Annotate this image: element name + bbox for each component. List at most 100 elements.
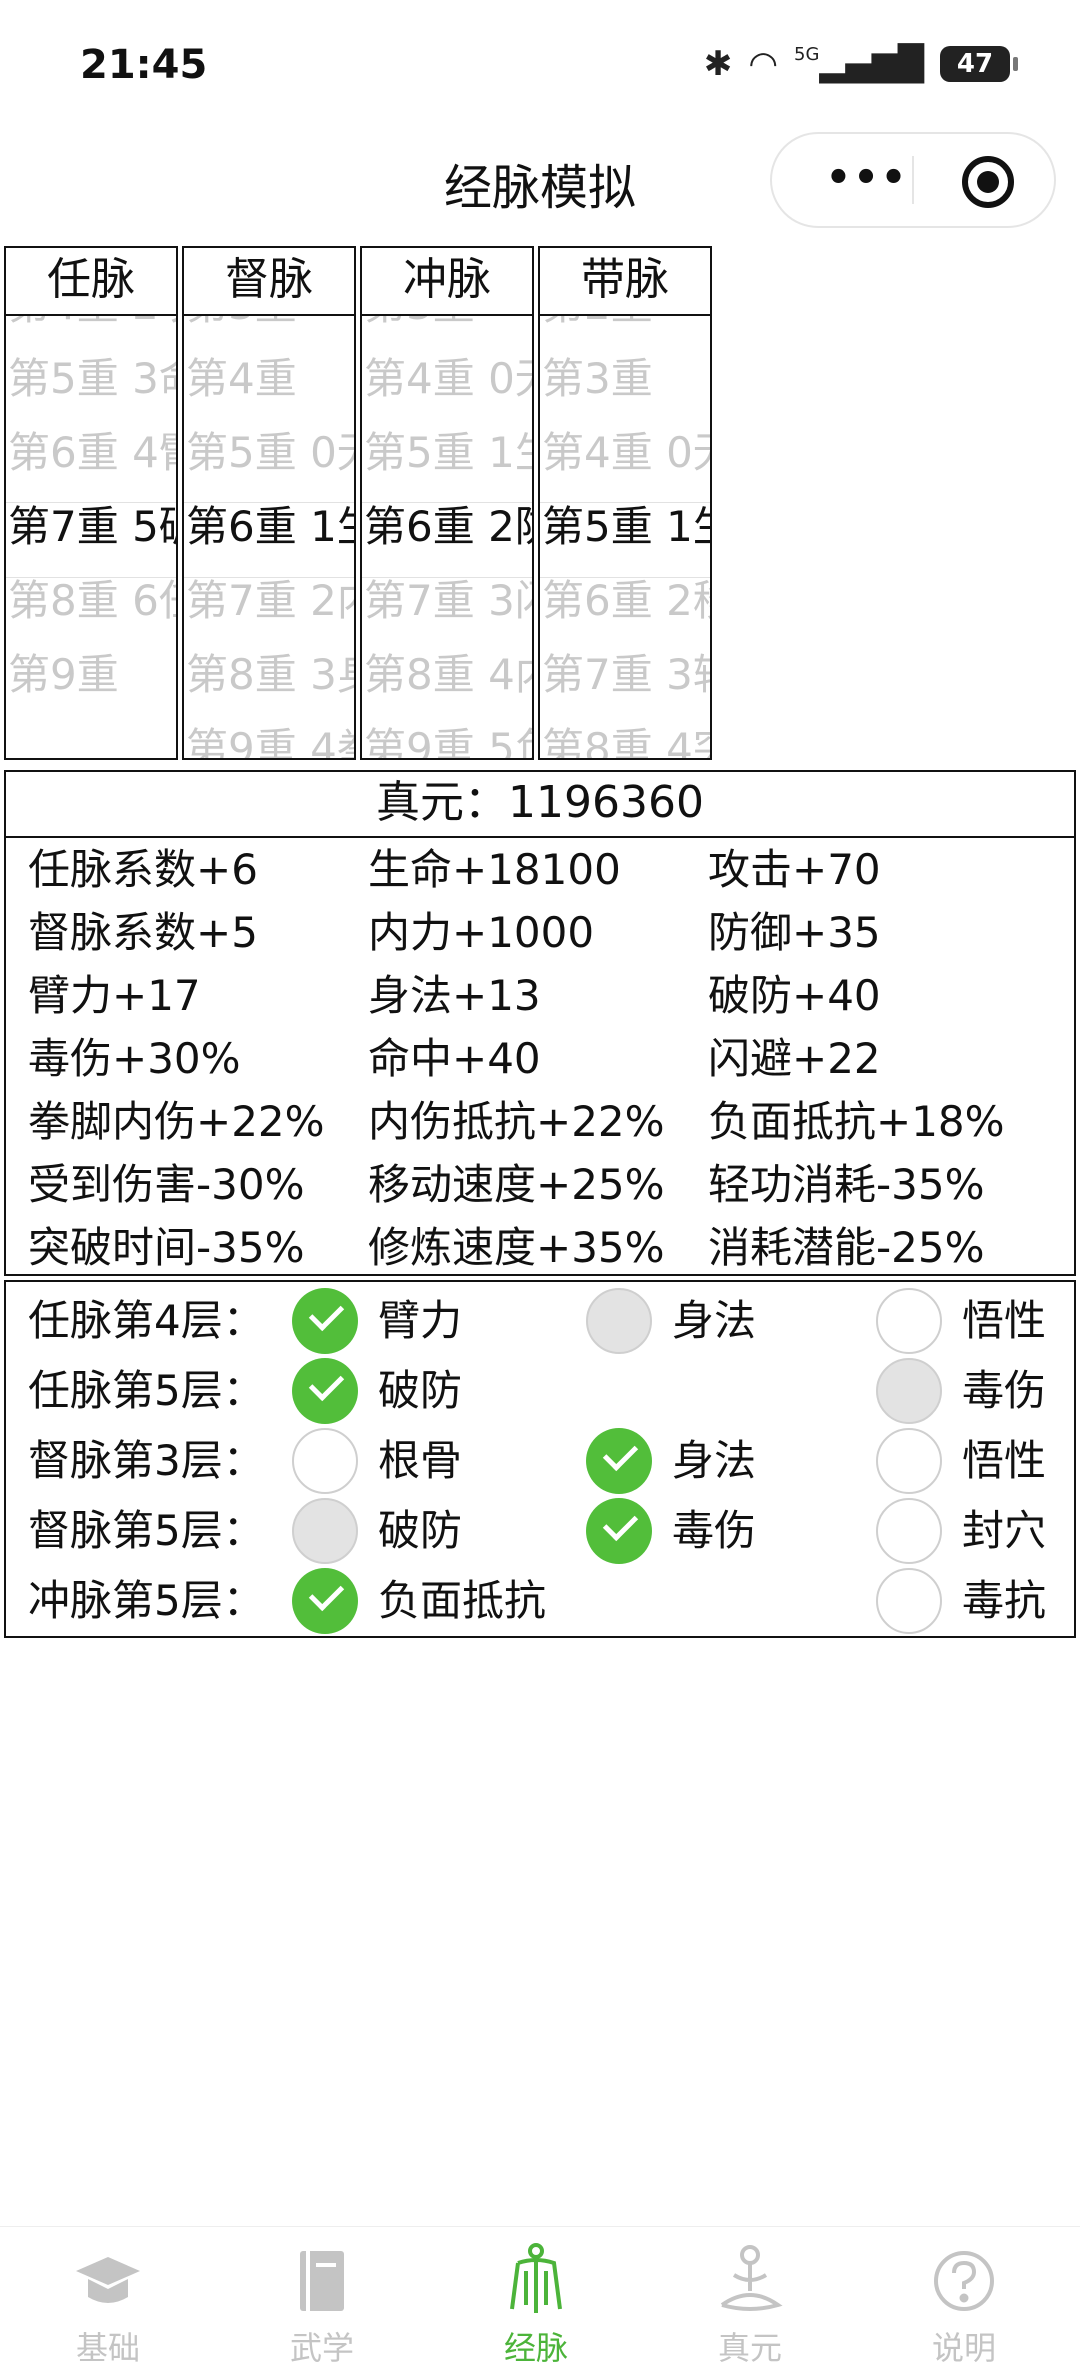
checkbox-circle[interactable] (292, 1428, 358, 1494)
stat-value: 受到伤害-30% (28, 1160, 305, 1209)
checkmark-icon[interactable] (586, 1498, 652, 1564)
stat-row: 突破时间-35% 修炼速度+35% 消耗潜能-25% (28, 1216, 1058, 1279)
stat-value: 拳脚内伤+22% (28, 1097, 325, 1146)
stat-value: 督脉系数+5 (28, 908, 258, 957)
picker-item[interactable]: 第6重 2移动 (542, 564, 710, 638)
picker-item[interactable]: 第3重 (542, 342, 653, 416)
picker-item[interactable]: 第5重 1生命 (364, 416, 532, 490)
picker-item[interactable]: 第6重 2防御 (364, 490, 532, 564)
stat-value: 闪避+22 (708, 1034, 881, 1083)
picker-wheel[interactable]: 第4重 2攻击第5重 3命中第6重 4臂力第7重 5破防第8重 6任脉第9重 (6, 316, 176, 758)
channel-picker-1[interactable]: 任脉第4重 2攻击第5重 3命中第6重 4臂力第7重 5破防第8重 6任脉第9重 (4, 246, 178, 760)
stat-value: 生命+18100 (368, 845, 621, 894)
picker-wheel[interactable]: 第3重第4重 0无第5重 1生命第6重 2防御第7重 3闪避第8重 4内伤第9重… (362, 316, 532, 758)
stat-value: 修炼速度+35% (368, 1223, 665, 1272)
signal-icon: 5G▂▄▆█ (794, 44, 924, 84)
option-label: 毒伤 (672, 1506, 757, 1555)
stat-value: 臂力+17 (28, 971, 201, 1020)
checkbox-circle[interactable] (876, 1568, 942, 1634)
bluetooth-icon: ✱ (703, 44, 733, 84)
tab-3[interactable]: 经脉 (446, 2235, 626, 2375)
network-type: 5G (794, 44, 820, 65)
mini-program-capsule: ••• (770, 132, 1056, 228)
stat-value: 毒伤+30% (28, 1034, 241, 1083)
checkmark-icon[interactable] (586, 1428, 652, 1494)
option-label: 根骨 (378, 1436, 463, 1485)
picker-item[interactable]: 第9重 5负面 (364, 712, 532, 758)
layer-label: 任脉第4层： (28, 1296, 265, 1345)
picker-item[interactable]: 第6重 1生命 (186, 490, 354, 564)
picker-item[interactable]: 第2重 (542, 316, 653, 342)
picker-item[interactable]: 第8重 6任脉 (8, 564, 176, 638)
picker-header: 冲脉 (362, 248, 532, 316)
stats-panel: 真元：1196360 任脉系数+6 生命+18100 攻击+70 督脉系数+5 内力+1… (4, 770, 1076, 1276)
option-label: 悟性 (962, 1296, 1047, 1345)
checkmark-icon[interactable] (292, 1358, 358, 1424)
help-icon (924, 2241, 1004, 2321)
stat-value: 身法+13 (368, 971, 541, 1020)
option-label: 破防 (378, 1366, 463, 1415)
checkbox-circle[interactable] (876, 1498, 942, 1564)
picker-item[interactable]: 第7重 5破防 (8, 490, 176, 564)
battery-icon: 47 (940, 46, 1018, 82)
picker-item[interactable]: 第5重 0无 (186, 416, 354, 490)
stat-value: 内伤抵抗+22% (368, 1097, 665, 1146)
channel-picker-3[interactable]: 冲脉第3重第4重 0无第5重 1生命第6重 2防御第7重 3闪避第8重 4内伤第… (360, 246, 534, 760)
picker-item[interactable]: 第6重 4臂力 (8, 416, 176, 490)
channel-picker-4[interactable]: 带脉第2重第3重第4重 0无第5重 1生命第6重 2移动第7重 3轻功第8重 4… (538, 246, 712, 760)
picker-item[interactable]: 第7重 3轻功 (542, 638, 710, 712)
picker-item[interactable]: 第8重 3身法 (186, 638, 354, 712)
checkbox-circle (292, 1498, 358, 1564)
picker-item[interactable]: 第4重 (186, 342, 297, 416)
option-label: 破防 (378, 1506, 463, 1555)
stat-value: 突破时间-35% (28, 1223, 305, 1272)
tab-4[interactable]: 真元 (660, 2235, 840, 2375)
stat-row: 臂力+17 身法+13 破防+40 (28, 964, 1058, 1027)
tab-1[interactable]: 基础 (18, 2235, 198, 2375)
layer-row: 督脉第3层： 根骨 身法 悟性 (6, 1426, 1074, 1496)
picker-item[interactable]: 第3重 (186, 316, 297, 342)
option-label: 负面抵抗 (378, 1576, 547, 1625)
picker-item[interactable]: 第9重 4拳脚 (186, 712, 354, 758)
picker-item[interactable]: 第7重 3闪避 (364, 564, 532, 638)
tab-2[interactable]: 武学 (232, 2235, 412, 2375)
picker-item[interactable]: 第3重 (364, 316, 475, 342)
stat-value: 命中+40 (368, 1034, 541, 1083)
picker-item[interactable]: 第5重 3命中 (8, 342, 176, 416)
tab-5[interactable]: 说明 (874, 2235, 1054, 2375)
picker-wheel[interactable]: 第3重第4重第5重 0无第6重 1生命第7重 2内力第8重 3身法第9重 4拳脚 (184, 316, 354, 758)
picker-item[interactable]: 第4重 0无 (364, 342, 532, 416)
layer-label: 督脉第3层： (28, 1436, 265, 1485)
tab-label: 真元 (717, 2329, 782, 2367)
stat-value: 破防+40 (708, 971, 881, 1020)
channel-picker-2[interactable]: 督脉第3重第4重第5重 0无第6重 1生命第7重 2内力第8重 3身法第9重 4… (182, 246, 356, 760)
picker-item[interactable]: 第5重 1生命 (542, 490, 710, 564)
layer-row: 督脉第5层： 破防 毒伤 封穴 (6, 1496, 1074, 1566)
picker-header: 任脉 (6, 248, 176, 316)
picker-item[interactable]: 第9重 (8, 638, 119, 712)
stat-value: 内力+1000 (368, 908, 595, 957)
close-target-icon[interactable] (962, 156, 1014, 208)
picker-item[interactable]: 第8重 4突破 (542, 712, 710, 758)
checkmark-icon[interactable] (292, 1568, 358, 1634)
stat-value: 防御+35 (708, 908, 881, 957)
stat-row: 受到伤害-30% 移动速度+25% 轻功消耗-35% (28, 1153, 1058, 1216)
tab-label: 经脉 (503, 2329, 568, 2367)
picker-item[interactable]: 第4重 2攻击 (8, 316, 176, 342)
picker-item[interactable]: 第7重 2内力 (186, 564, 354, 638)
book-icon (282, 2241, 362, 2321)
checkmark-icon[interactable] (292, 1288, 358, 1354)
more-icon[interactable]: ••• (807, 152, 927, 208)
channel-pickers: 任脉第4重 2攻击第5重 3命中第6重 4臂力第7重 5破防第8重 6任脉第9重… (4, 246, 1076, 762)
status-icons: ✱ ◠ 5G▂▄▆█ 47 (703, 44, 1018, 84)
picker-wheel[interactable]: 第2重第3重第4重 0无第5重 1生命第6重 2移动第7重 3轻功第8重 4突破 (540, 316, 710, 758)
picker-item[interactable]: 第8重 4内伤 (364, 638, 532, 712)
checkbox-circle[interactable] (876, 1288, 942, 1354)
checkbox-circle[interactable] (876, 1428, 942, 1494)
layer-selections: 任脉第4层： 臂力 身法 悟性 任脉第5层： 破防 毒伤 督脉第3层： 根骨 身法 悟性 督脉第5层：… (4, 1280, 1076, 1638)
layer-label: 冲脉第5层： (28, 1576, 265, 1625)
picker-item[interactable]: 第4重 0无 (542, 416, 710, 490)
status-time: 21:45 (80, 42, 208, 88)
checkbox-circle (876, 1358, 942, 1424)
wifi-icon: ◠ (748, 44, 778, 84)
